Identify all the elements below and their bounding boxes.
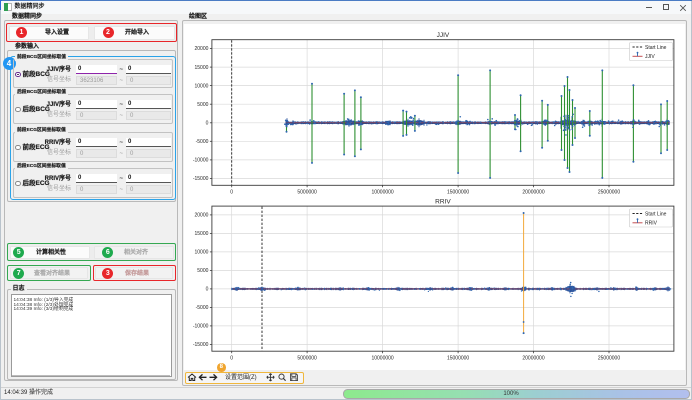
svg-text:10000: 10000 <box>194 83 208 89</box>
svg-text:-15000: -15000 <box>193 176 209 182</box>
svg-text:15000000: 15000000 <box>447 356 469 362</box>
svg-text:20000000: 20000000 <box>522 356 544 362</box>
svg-text:5000: 5000 <box>197 102 208 108</box>
svg-text:-10000: -10000 <box>193 324 209 330</box>
svg-text:RRIV: RRIV <box>645 221 658 227</box>
svg-text:5000: 5000 <box>197 268 208 274</box>
svg-text:0: 0 <box>230 356 233 362</box>
svg-text:0: 0 <box>206 287 209 293</box>
svg-text:JJIV: JJIV <box>645 54 655 60</box>
svg-text:20000: 20000 <box>194 46 208 52</box>
svg-text:-5000: -5000 <box>196 305 209 311</box>
svg-text:0: 0 <box>230 190 233 196</box>
svg-text:10000: 10000 <box>194 250 208 256</box>
svg-text:0: 0 <box>206 121 209 127</box>
svg-text:25000000: 25000000 <box>598 356 620 362</box>
svg-text:RRIV: RRIV <box>435 199 451 206</box>
svg-text:20000: 20000 <box>194 213 208 219</box>
svg-text:20000000: 20000000 <box>522 190 544 196</box>
svg-text:-5000: -5000 <box>196 139 209 145</box>
svg-text:15000: 15000 <box>194 231 208 237</box>
svg-text:-15000: -15000 <box>193 342 209 348</box>
svg-text:Start Line: Start Line <box>645 45 667 51</box>
svg-text:15000: 15000 <box>194 65 208 71</box>
svg-text:15000000: 15000000 <box>447 190 469 196</box>
svg-text:5000000: 5000000 <box>297 190 317 196</box>
svg-text:Start Line: Start Line <box>645 211 667 217</box>
svg-text:-10000: -10000 <box>193 158 209 164</box>
svg-text:10000000: 10000000 <box>371 190 393 196</box>
svg-text:5000000: 5000000 <box>297 356 317 362</box>
svg-text:10000000: 10000000 <box>371 356 393 362</box>
svg-text:25000000: 25000000 <box>598 190 620 196</box>
svg-text:JJIV: JJIV <box>437 32 450 39</box>
